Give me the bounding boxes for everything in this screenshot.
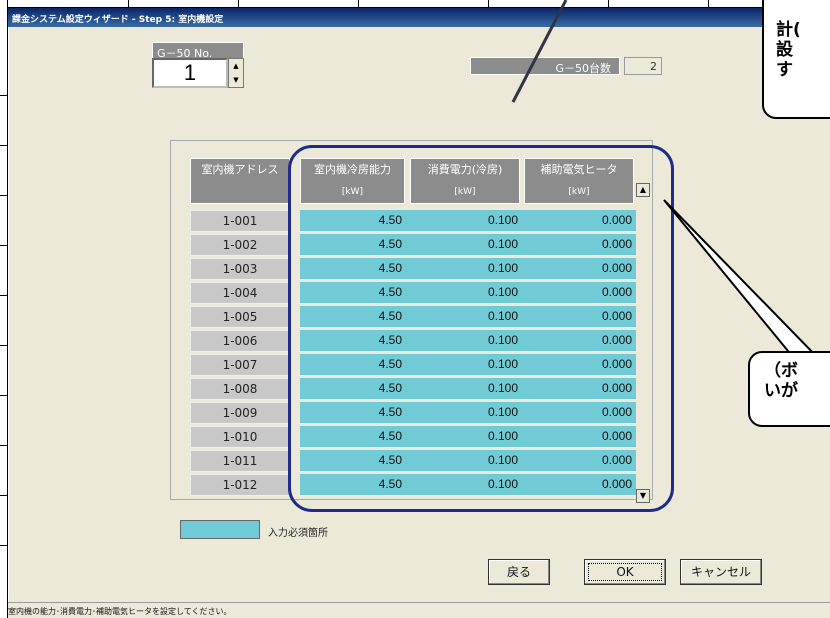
g50-no-spinner[interactable]: ▲ ▼ xyxy=(228,58,244,88)
address-cell: 1-010 xyxy=(190,426,290,448)
address-cell: 1-001 xyxy=(190,210,290,232)
g50-no-field[interactable]: 1 xyxy=(152,58,228,88)
cancel-button[interactable]: キャンセル xyxy=(680,559,762,585)
input-area-highlight xyxy=(288,145,674,512)
address-cell: 1-006 xyxy=(190,330,290,352)
top-callout: 計( 設 す xyxy=(762,0,830,119)
spin-up-icon[interactable]: ▲ xyxy=(229,59,243,73)
document-margin xyxy=(0,0,8,618)
back-button[interactable]: 戻る xyxy=(488,559,550,585)
address-cell: 1-009 xyxy=(190,402,290,424)
spin-down-icon[interactable]: ▼ xyxy=(229,73,243,87)
window-title: 課金システム設定ウィザード - Step 5: 室内機設定 xyxy=(8,8,830,27)
address-cell: 1-002 xyxy=(190,234,290,256)
ok-button[interactable]: OK xyxy=(584,559,666,585)
bottom-callout: （ボ いが xyxy=(748,351,830,427)
address-cell: 1-003 xyxy=(190,258,290,280)
address-cell: 1-012 xyxy=(190,474,290,496)
g50-count-value: 2 xyxy=(624,57,662,75)
status-bar: 室内機の能力･消費電力･補助電気ヒータを設定してください。 xyxy=(8,602,830,618)
required-input-swatch xyxy=(180,520,260,539)
required-input-legend: 入力必須箇所 xyxy=(268,528,328,539)
address-cell: 1-007 xyxy=(190,354,290,376)
address-cell: 1-005 xyxy=(190,306,290,328)
address-cell: 1-004 xyxy=(190,282,290,304)
column-header-address: 室内機アドレス xyxy=(190,158,290,204)
address-cell: 1-008 xyxy=(190,378,290,400)
document-top-cells xyxy=(8,0,830,8)
address-cell: 1-011 xyxy=(190,450,290,472)
g50-count-label: G－50台数 xyxy=(470,57,620,75)
